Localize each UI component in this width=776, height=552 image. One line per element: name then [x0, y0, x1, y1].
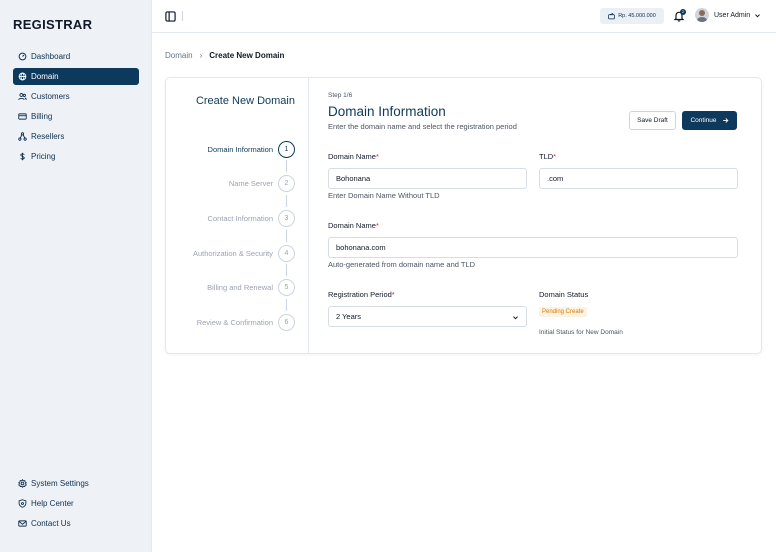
save-draft-button[interactable]: Save Draft [629, 111, 676, 130]
sidebar-item-help-center[interactable]: Help Center [13, 495, 139, 512]
domain-name-input[interactable]: Bohonana [328, 168, 527, 189]
registration-period-label: Registration Period* [328, 290, 395, 299]
domain-status-label: Domain Status [539, 290, 589, 299]
sidebar-nav: Dashboard Domain Customers Billing Resel… [13, 48, 139, 168]
avatar [695, 8, 709, 22]
domain-information-form: Step 1/6 Domain Information Enter the do… [328, 78, 748, 353]
step-number: 3 [278, 210, 295, 227]
sidebar-item-customers[interactable]: Customers [13, 88, 139, 105]
users-icon [18, 93, 27, 101]
step-number: 4 [278, 245, 295, 262]
sidebar-item-label: Billing [31, 112, 53, 121]
step-domain-information[interactable]: Domain Information 1 [208, 141, 295, 158]
globe-icon [18, 72, 27, 81]
stepper: Create New Domain Domain Information 1 N… [166, 78, 309, 353]
step-label: Name Server [228, 179, 273, 188]
user-menu[interactable]: User Admin [695, 8, 761, 22]
balance-amount: Rp. 45.000.000 [618, 13, 656, 19]
sidebar-item-resellers[interactable]: Resellers [13, 128, 139, 145]
breadcrumb: Domain › Create New Domain [165, 51, 284, 60]
stepper-title: Create New Domain [195, 95, 295, 107]
top-bar: Rp. 45.000.000 2 User Admin [152, 0, 776, 33]
sidebar-item-label: System Settings [31, 479, 89, 488]
sidebar-item-domain[interactable]: Domain [13, 68, 139, 85]
user-name: User Admin [714, 11, 751, 19]
sidebar-toggle-icon[interactable] [165, 11, 176, 22]
step-number: 5 [278, 279, 295, 296]
form-title: Domain Information [328, 104, 446, 119]
dashboard-icon [18, 52, 27, 61]
sidebar: REGISTRAR Dashboard Domain Customers Bil… [0, 0, 152, 552]
breadcrumb-current: Create New Domain [209, 51, 285, 60]
chevron-down-icon [755, 13, 761, 17]
wallet-icon [608, 12, 615, 19]
registration-period-select[interactable]: 2 Years [328, 306, 527, 327]
step-number: 1 [278, 141, 295, 158]
chevron-down-icon [513, 316, 518, 320]
balance-chip[interactable]: Rp. 45.000.000 [600, 8, 664, 24]
sidebar-item-label: Resellers [31, 132, 65, 141]
registration-period-value: 2 Years [336, 312, 362, 321]
divider [182, 11, 183, 21]
domain-name-label: Domain Name* [328, 152, 379, 161]
step-label: Contact Information [207, 214, 273, 223]
continue-label: Continue [690, 117, 717, 124]
status-badge: Pending Create [539, 307, 587, 317]
full-domain-label: Domain Name* [328, 221, 379, 230]
step-connector [286, 264, 287, 276]
sidebar-item-label: Contact Us [31, 519, 71, 528]
step-connector [286, 299, 287, 311]
gear-icon [18, 479, 27, 488]
sidebar-item-billing[interactable]: Billing [13, 108, 139, 125]
step-indicator: Step 1/6 [328, 92, 353, 99]
step-review-confirmation[interactable]: Review & Confirmation 6 [197, 314, 295, 331]
sidebar-item-system-settings[interactable]: System Settings [13, 475, 139, 492]
form-subtitle: Enter the domain name and select the reg… [328, 122, 517, 131]
sidebar-bottom-nav: System Settings Help Center Contact Us [13, 475, 139, 535]
tld-label: TLD* [539, 152, 557, 161]
step-authorization-security[interactable]: Authorization & Security 4 [193, 245, 295, 262]
network-icon [18, 132, 27, 141]
mail-icon [18, 520, 27, 527]
step-label: Review & Confirmation [196, 318, 273, 327]
sidebar-item-label: Help Center [31, 499, 74, 508]
step-contact-information[interactable]: Contact Information 3 [208, 210, 295, 227]
shield-icon [18, 499, 27, 508]
step-number: 6 [278, 314, 295, 331]
chevron-right-icon: › [199, 51, 203, 60]
step-label: Billing and Renewal [207, 283, 273, 292]
step-number: 2 [278, 175, 295, 192]
step-billing-renewal[interactable]: Billing and Renewal 5 [207, 279, 295, 296]
notification-badge: 2 [680, 9, 686, 15]
full-domain-hint: Auto-generated from domain name and TLD [328, 260, 476, 269]
sidebar-item-label: Domain [31, 72, 59, 81]
step-label: Authorization & Security [192, 249, 273, 258]
step-connector [286, 195, 287, 207]
step-connector [286, 160, 287, 172]
step-connector [286, 230, 287, 242]
step-name-server[interactable]: Name Server 2 [229, 175, 295, 192]
full-domain-input[interactable]: bohonana.com [328, 237, 738, 258]
breadcrumb-link-domain[interactable]: Domain [165, 51, 193, 60]
sidebar-item-label: Pricing [31, 152, 56, 161]
continue-button[interactable]: Continue [682, 111, 737, 130]
create-domain-card: Create New Domain Domain Information 1 N… [165, 77, 762, 354]
domain-name-hint: Enter Domain Name Without TLD [328, 191, 440, 200]
brand-logo: REGISTRAR [13, 17, 93, 32]
sidebar-item-label: Customers [31, 92, 70, 101]
sidebar-item-label: Dashboard [31, 52, 71, 61]
sidebar-item-pricing[interactable]: Pricing [13, 148, 139, 165]
credit-card-icon [18, 113, 27, 120]
dollar-icon [20, 152, 25, 161]
sidebar-item-contact-us[interactable]: Contact Us [13, 515, 139, 532]
tld-input[interactable]: .com [539, 168, 738, 189]
domain-status-hint: Initial Status for New Domain [539, 329, 623, 336]
sidebar-item-dashboard[interactable]: Dashboard [13, 48, 139, 65]
step-label: Domain Information [207, 145, 273, 154]
arrow-right-icon [722, 118, 728, 123]
